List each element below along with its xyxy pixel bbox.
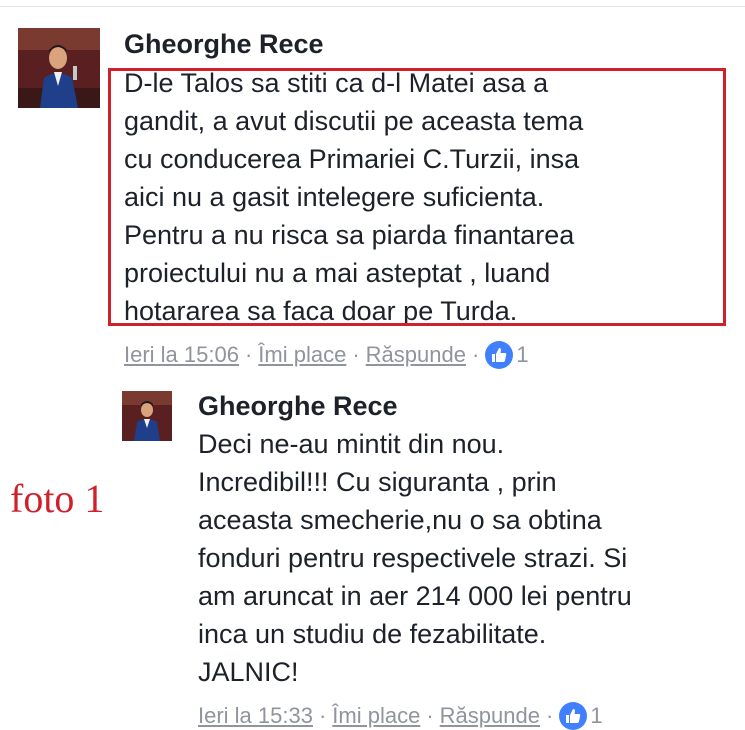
thumbs-up-icon[interactable]	[485, 341, 514, 369]
avatar[interactable]	[122, 391, 172, 441]
top-divider	[0, 6, 745, 7]
thumbs-up-icon[interactable]	[559, 702, 588, 730]
reply-button[interactable]: Răspunde	[366, 342, 466, 368]
separator: ·	[471, 342, 480, 367]
separator: ·	[318, 703, 327, 728]
photo-annotation: foto 1	[10, 476, 105, 521]
reaction-count[interactable]: 1	[516, 342, 528, 368]
comment-actions: Ieri la 15:33 · Îmi place · Răspunde · 1	[198, 702, 603, 730]
comment-author[interactable]: Gheorghe Rece	[124, 28, 324, 60]
timestamp-link[interactable]: Ieri la 15:06	[124, 342, 239, 368]
comment-text: Deci ne-au mintit din nou. Incredibil!!!…	[198, 429, 632, 687]
separator: ·	[426, 703, 434, 728]
comment-author[interactable]: Gheorghe Rece	[198, 390, 398, 422]
reply-button[interactable]: Răspunde	[440, 703, 540, 729]
like-button[interactable]: Îmi place	[332, 703, 420, 729]
like-button[interactable]: Îmi place	[258, 342, 346, 368]
comment-text: D-le Talos sa stiti ca d-l Matei asa a g…	[124, 68, 584, 326]
timestamp-link[interactable]: Ieri la 15:33	[198, 703, 313, 729]
avatar[interactable]	[18, 28, 100, 108]
separator: ·	[352, 342, 360, 367]
reaction-count[interactable]: 1	[590, 703, 602, 729]
separator: ·	[545, 703, 554, 728]
separator: ·	[244, 342, 253, 367]
comment-actions: Ieri la 15:06 · Îmi place · Răspunde · 1	[124, 341, 529, 369]
